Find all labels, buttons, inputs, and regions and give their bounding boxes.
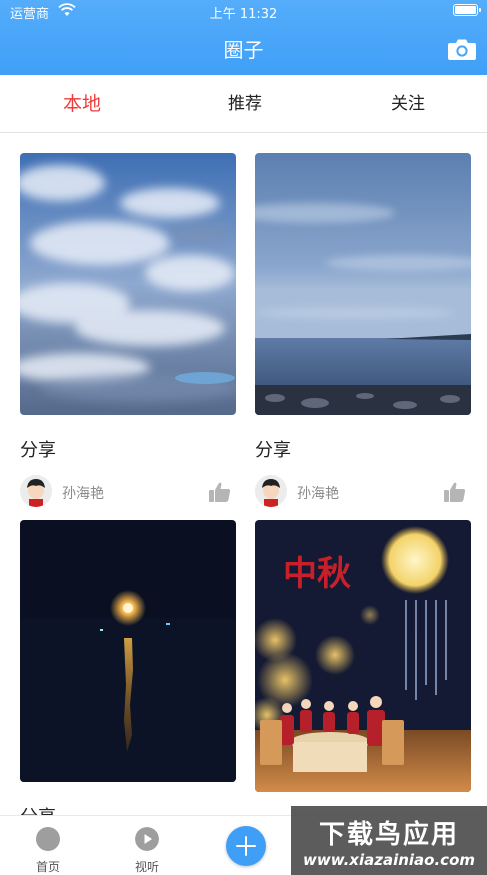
avatar[interactable] bbox=[255, 475, 287, 507]
battery-icon bbox=[453, 4, 481, 16]
author-name[interactable]: 孙海艳 bbox=[62, 483, 104, 503]
moon-over-water-photo bbox=[20, 520, 236, 782]
watermark-url: www.xiazainiao.com bbox=[302, 851, 476, 869]
author-name[interactable]: 孙海艳 bbox=[297, 483, 339, 503]
thumbs-up-icon[interactable] bbox=[443, 481, 467, 503]
avatar-icon bbox=[20, 475, 52, 507]
feed-tabs: 本地 推荐 关注 bbox=[0, 75, 487, 133]
post-image-mid-autumn[interactable]: 中秋 bbox=[255, 520, 471, 792]
cloudy-sky-photo bbox=[20, 153, 236, 415]
app-header: 运营商 上午 11:32 圈子 bbox=[0, 0, 487, 75]
tab-following[interactable]: 关注 bbox=[348, 75, 468, 133]
post-title: 分享 bbox=[255, 440, 291, 461]
tab-local[interactable]: 本地 bbox=[22, 75, 142, 133]
tabbar-label: 视听 bbox=[134, 860, 159, 874]
post-title: 分享 bbox=[20, 440, 56, 461]
tabbar-item-media[interactable]: 视听 bbox=[117, 816, 177, 875]
tabbar-item-home[interactable]: 首页 bbox=[18, 816, 78, 875]
status-bar: 运营商 上午 11:32 bbox=[0, 0, 487, 22]
home-icon bbox=[36, 827, 60, 851]
status-time: 上午 11:32 bbox=[209, 7, 278, 22]
post-image-cloudy-sky[interactable] bbox=[20, 153, 236, 415]
page-title: 圈子 bbox=[223, 38, 264, 62]
play-icon bbox=[135, 827, 159, 851]
avatar[interactable] bbox=[20, 475, 52, 507]
post-image-moon-water[interactable] bbox=[20, 520, 236, 782]
poster-title-text: 中秋 bbox=[283, 554, 351, 594]
post-image-seashore[interactable] bbox=[255, 153, 471, 415]
watermark-logo-text: 下载鸟应用 bbox=[318, 820, 459, 850]
avatar-icon bbox=[255, 475, 287, 507]
tabbar-label: 首页 bbox=[35, 860, 60, 874]
thumbs-up-icon[interactable] bbox=[208, 481, 232, 503]
watermark: 下载鸟应用 www.xiazainiao.com bbox=[291, 806, 487, 875]
tab-recommended[interactable]: 推荐 bbox=[185, 75, 305, 133]
camera-icon[interactable] bbox=[447, 37, 477, 61]
mid-autumn-festival-poster: 中秋 bbox=[255, 520, 471, 792]
seashore-dusk-photo bbox=[255, 153, 471, 415]
add-post-button[interactable] bbox=[226, 826, 266, 866]
